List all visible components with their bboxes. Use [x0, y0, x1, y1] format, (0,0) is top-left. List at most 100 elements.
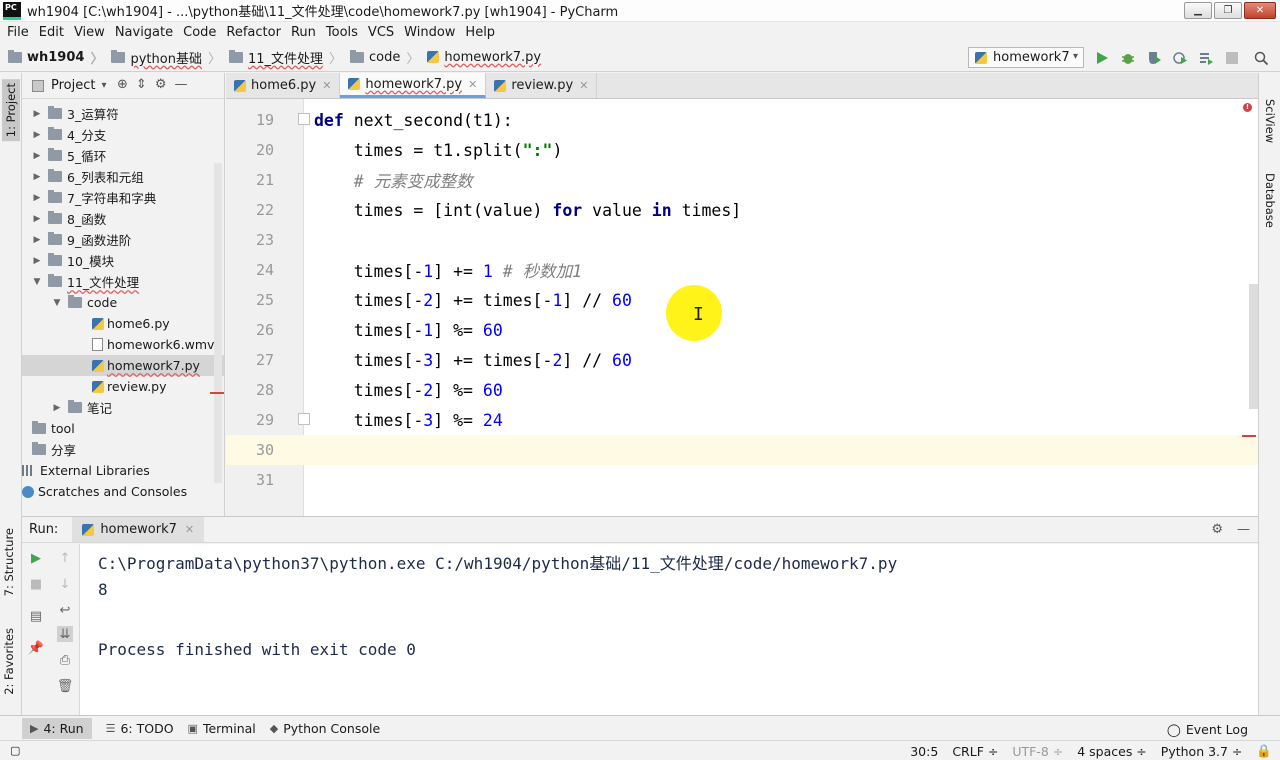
menu-view[interactable]: View — [69, 25, 110, 40]
tree-item[interactable]: External Libraries — [22, 460, 224, 481]
print-icon[interactable]: ⎙ — [57, 652, 73, 668]
code-line[interactable]: 30 — [226, 435, 1258, 465]
hide-icon[interactable]: — — [1237, 522, 1250, 537]
close-tab-icon[interactable]: ✕ — [185, 523, 194, 536]
menu-refactor[interactable]: Refactor — [221, 25, 286, 40]
layout-icon[interactable]: ▤ — [28, 608, 44, 624]
tree-item[interactable]: ▶ 4_分支 — [22, 124, 224, 145]
indent-select[interactable]: 4 spaces ÷ — [1077, 744, 1147, 759]
menu-vcs[interactable]: VCS — [363, 25, 399, 40]
tree-item[interactable]: homework7.py — [22, 355, 224, 376]
close-tab-icon[interactable]: ✕ — [579, 79, 588, 92]
line-separator-select[interactable]: CRLF ÷ — [952, 744, 998, 759]
chevron-down-icon[interactable]: ▼ — [52, 298, 62, 308]
menu-help[interactable]: Help — [460, 25, 500, 40]
code-line[interactable]: 27 times[-3] += times[-2] // 60 — [226, 345, 1258, 375]
minimize-button[interactable]: ▁ — [1184, 2, 1212, 19]
tree-item[interactable]: home6.py — [22, 313, 224, 334]
concurrency-button[interactable] — [1197, 49, 1215, 67]
code-line[interactable]: 26 times[-1] %= 60 — [226, 315, 1258, 345]
tree-item[interactable]: tool — [22, 418, 224, 439]
tab-review[interactable]: review.py ✕ — [486, 73, 598, 98]
error-stripe-marker[interactable] — [1242, 435, 1256, 437]
chevron-right-icon[interactable]: ▶ — [32, 214, 42, 224]
stop-icon[interactable]: ■ — [28, 576, 44, 592]
menu-navigate[interactable]: Navigate — [110, 25, 178, 40]
code-editor[interactable]: 19 def next_second(t1): 20 times = t1.spli… — [226, 99, 1258, 516]
close-tab-icon[interactable]: ✕ — [322, 79, 331, 92]
run-with-coverage-button[interactable] — [1145, 49, 1163, 67]
interpreter-select[interactable]: Python 3.7 ÷ — [1161, 744, 1243, 759]
tree-item[interactable]: ▼ 11_文件处理 — [22, 271, 224, 292]
run-button[interactable] — [1093, 49, 1111, 67]
tree-item[interactable]: ▶ 10_模块 — [22, 250, 224, 271]
close-tab-icon[interactable]: ✕ — [468, 78, 477, 91]
scroll-down-icon[interactable]: ↓ — [57, 576, 73, 592]
chevron-down-icon[interactable]: ▼ — [32, 277, 42, 287]
code-line[interactable]: 20 times = t1.split(":") — [226, 135, 1258, 165]
locate-icon[interactable]: ⊕ — [117, 77, 128, 92]
trash-icon[interactable]: 🗑 — [57, 678, 74, 694]
maximize-button[interactable]: ❐ — [1214, 2, 1242, 19]
python-console-tool-tab[interactable]: ◆ Python Console — [270, 721, 380, 736]
menu-edit[interactable]: Edit — [34, 25, 69, 40]
menu-code[interactable]: Code — [178, 25, 221, 40]
fold-marker-icon[interactable] — [298, 113, 310, 125]
code-line[interactable]: 23 — [226, 225, 1258, 255]
toggle-tool-windows-icon[interactable]: ▢ — [10, 744, 20, 757]
pin-icon[interactable]: 📌 — [28, 640, 44, 656]
scroll-up-icon[interactable]: ↑ — [57, 550, 73, 566]
collapse-all-icon[interactable]: ⇕ — [136, 77, 147, 92]
tree-item[interactable]: ▶ 6_列表和元组 — [22, 166, 224, 187]
caret-position[interactable]: 30:5 — [910, 744, 938, 759]
tree-item[interactable]: ▶ 3_运算符 — [22, 103, 224, 124]
chevron-right-icon[interactable]: ▶ — [32, 109, 42, 119]
search-everywhere-button[interactable] — [1252, 49, 1270, 67]
sciview-tool-tab[interactable]: SciView — [1263, 99, 1277, 143]
breadcrumb-file[interactable]: homework7.py — [427, 50, 541, 65]
breadcrumb-python-basics[interactable]: python基础〉 — [111, 48, 221, 67]
run-configuration-select[interactable]: homework7 ▾ — [968, 47, 1084, 68]
chevron-right-icon[interactable]: ▶ — [32, 172, 42, 182]
tree-item[interactable]: review.py — [22, 376, 224, 397]
chevron-right-icon[interactable]: ▶ — [32, 193, 42, 203]
chevron-right-icon[interactable]: ▶ — [32, 235, 42, 245]
close-button[interactable]: ✕ — [1244, 2, 1276, 19]
menu-file[interactable]: File — [2, 25, 34, 40]
tree-item[interactable]: 分享 — [22, 439, 224, 460]
stop-button[interactable] — [1223, 49, 1241, 67]
code-line[interactable]: 22 times = [int(value) for value in time… — [226, 195, 1258, 225]
hide-icon[interactable]: — — [174, 77, 187, 92]
breadcrumb-code[interactable]: code 〉 — [350, 48, 419, 67]
tree-item[interactable]: ▶ 7_字符串和字典 — [22, 187, 224, 208]
tree-item[interactable]: homework6.wmv — [22, 334, 224, 355]
chevron-right-icon[interactable]: ▶ — [32, 151, 42, 161]
code-line[interactable]: 29 times[-3] %= 24 — [226, 405, 1258, 435]
code-line[interactable]: 28 times[-2] %= 60 — [226, 375, 1258, 405]
project-tool-tab[interactable]: 1: Project — [2, 79, 20, 142]
code-line[interactable]: 21 # 元素变成整数 — [226, 165, 1258, 195]
rerun-icon[interactable]: ▶ — [28, 550, 44, 566]
todo-tool-tab[interactable]: ☰ 6: TODO — [106, 721, 174, 736]
tree-item[interactable]: ▶ 9_函数进阶 — [22, 229, 224, 250]
tab-homework7[interactable]: homework7.py ✕ — [340, 73, 487, 98]
debug-button[interactable] — [1119, 49, 1137, 67]
console-output[interactable]: C:\ProgramData\python37\python.exe C:/wh… — [80, 544, 1258, 716]
code-line[interactable]: 19 def next_second(t1): — [226, 105, 1258, 135]
gear-icon[interactable]: ⚙ — [1211, 522, 1223, 537]
run-tool-tab[interactable]: ▶ 4: Run — [22, 717, 92, 739]
structure-tool-tab[interactable]: 7: Structure — [2, 528, 16, 596]
chevron-right-icon[interactable]: ▶ — [52, 403, 62, 413]
terminal-tool-tab[interactable]: ▣ Terminal — [188, 721, 256, 736]
profile-button[interactable] — [1171, 49, 1189, 67]
menu-tools[interactable]: Tools — [321, 25, 363, 40]
breadcrumb-file-processing[interactable]: 11_文件处理〉 — [228, 48, 342, 67]
tree-item[interactable]: ▶ 8_函数 — [22, 208, 224, 229]
editor-scrollbar[interactable] — [1249, 284, 1258, 409]
menu-window[interactable]: Window — [399, 25, 460, 40]
gear-icon[interactable]: ⚙ — [155, 77, 167, 92]
chevron-down-icon[interactable]: ▾ — [101, 80, 106, 91]
code-line[interactable]: 31 — [226, 465, 1258, 495]
project-scrollbar[interactable] — [214, 163, 222, 483]
fold-marker-icon[interactable] — [298, 413, 310, 425]
